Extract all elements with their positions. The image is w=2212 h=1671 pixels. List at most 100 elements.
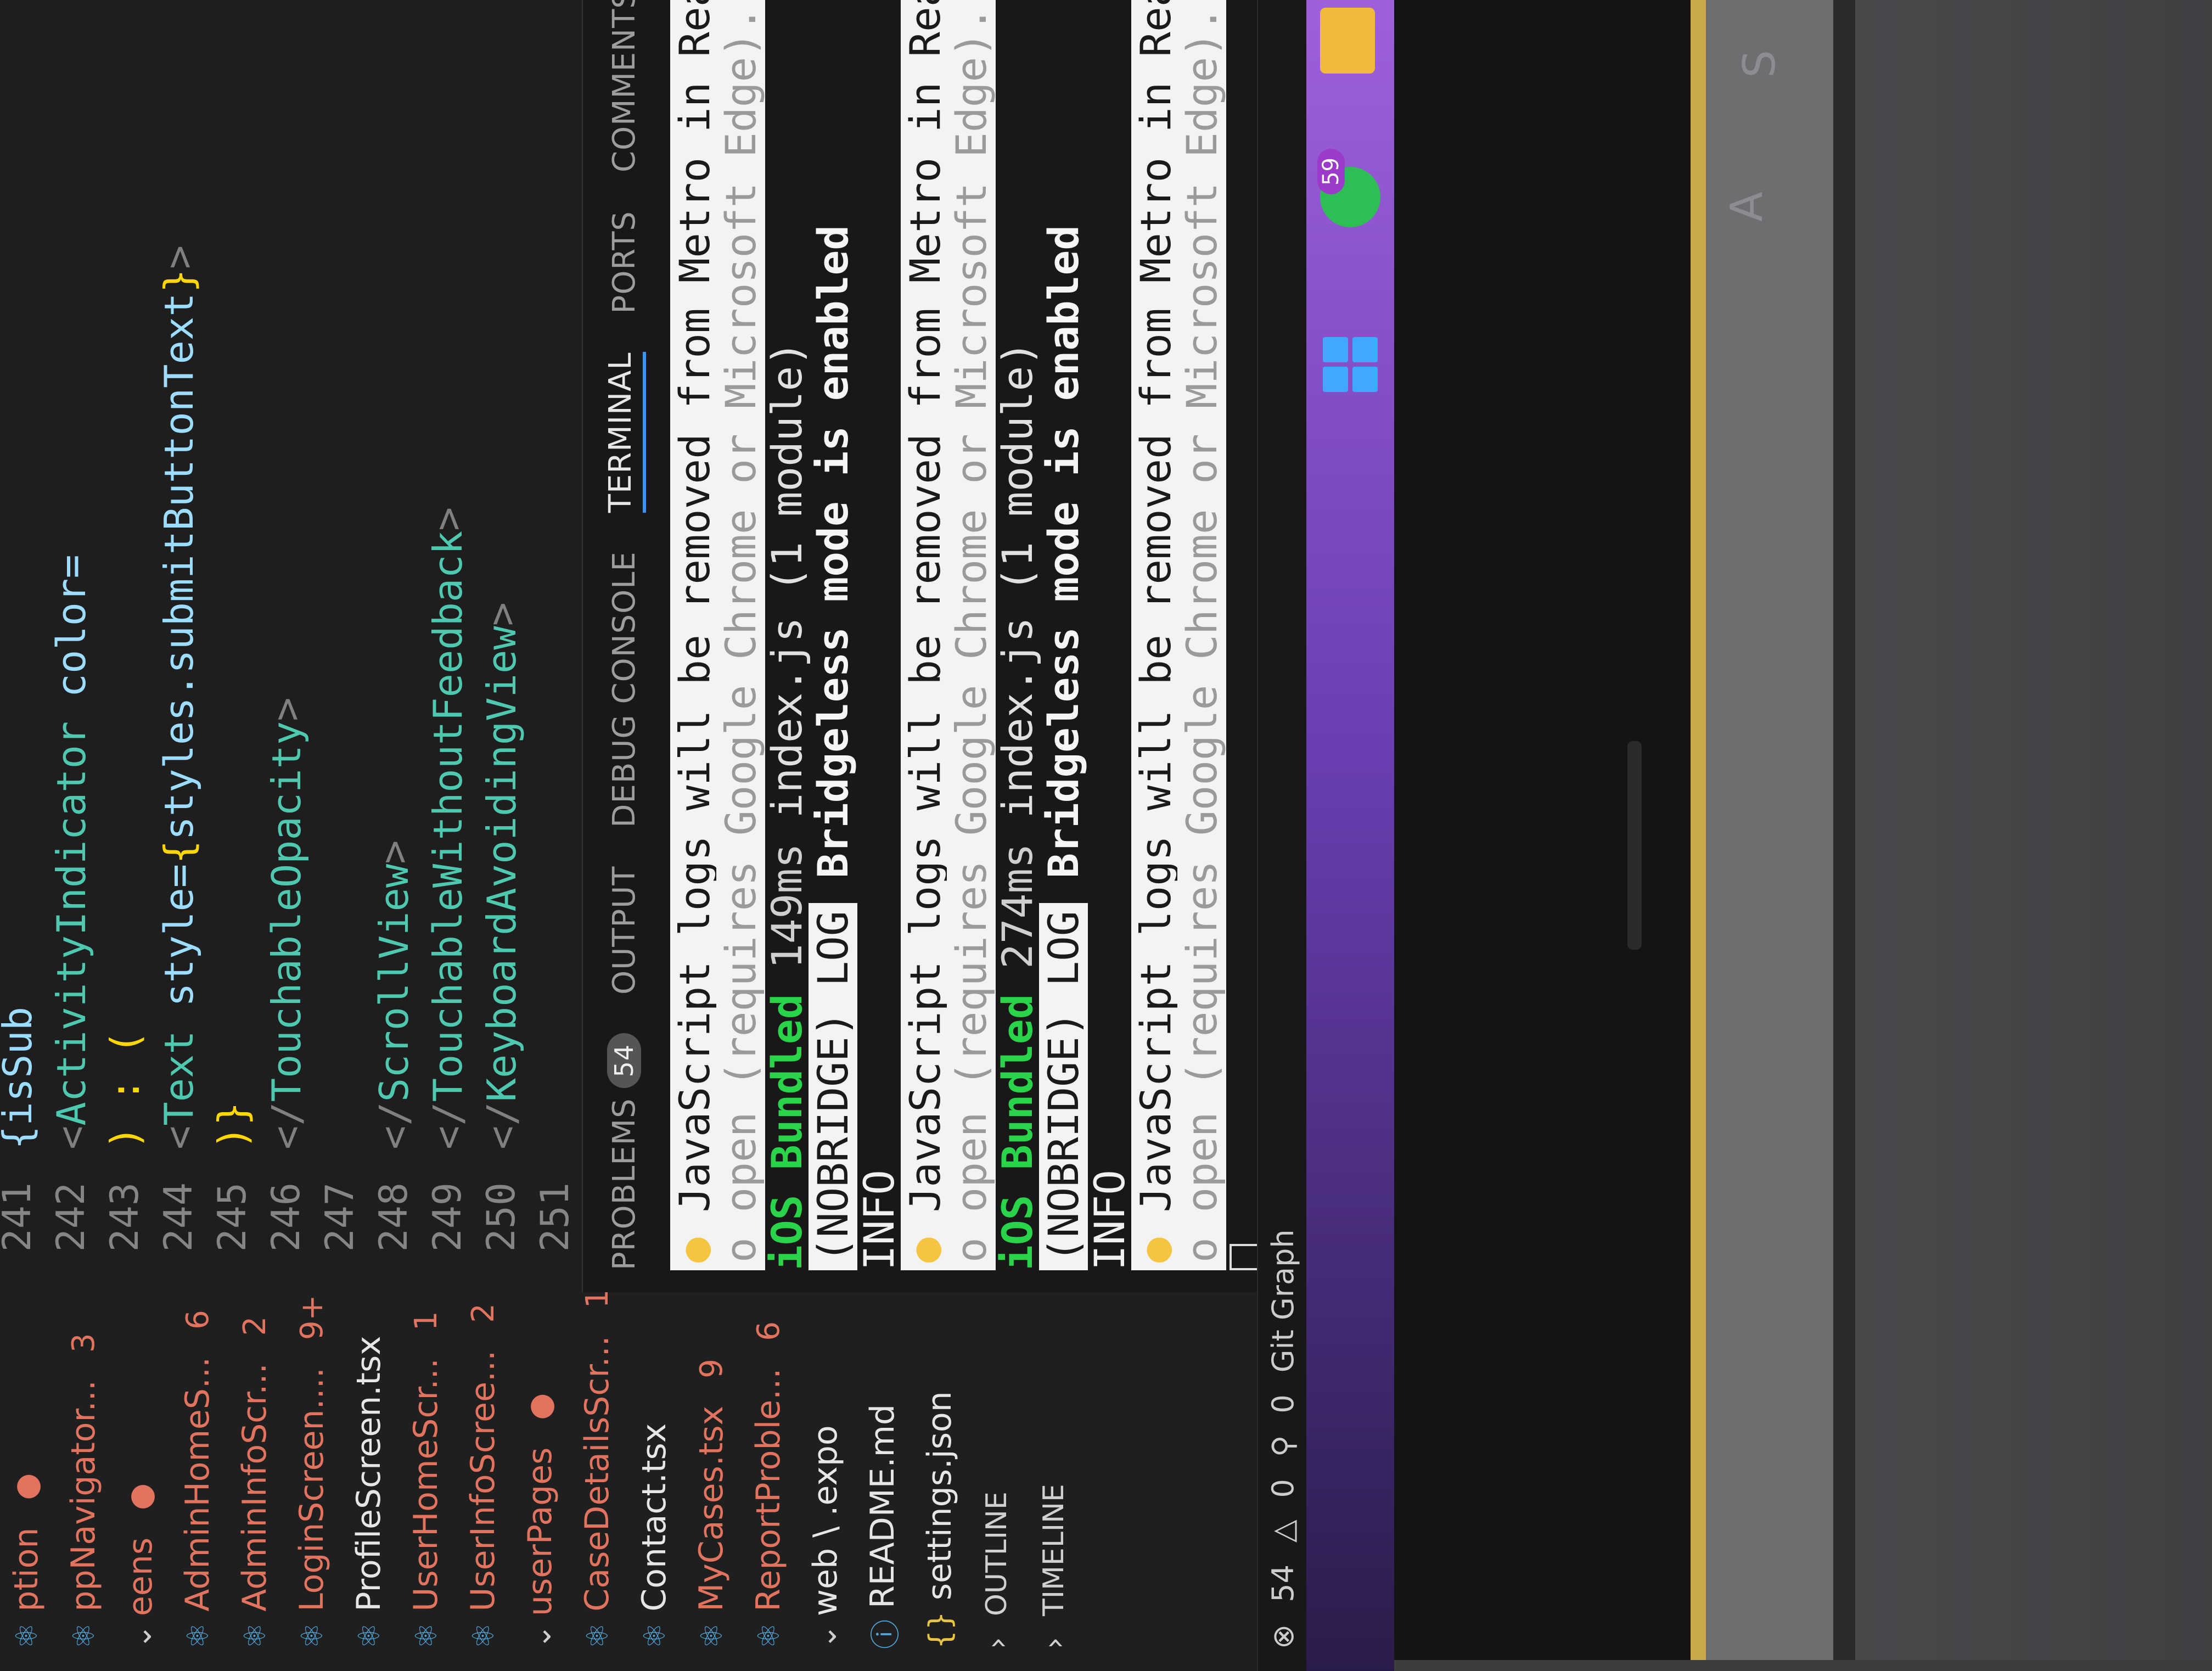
code-token: < bbox=[48, 1125, 94, 1149]
problem-count-badge: 9+ bbox=[294, 1294, 330, 1341]
laptop-hinge bbox=[1691, 0, 1855, 1660]
sidebar-item[interactable]: ⚛ ption ● bbox=[0, 1473, 53, 1649]
panel-tab-label: COMMENTS bbox=[606, 0, 642, 173]
sidebar-item[interactable]: ⚛ UserInfoScree... 2 bbox=[457, 1303, 509, 1649]
log-tag: (NOBRIDGE) LOG bbox=[1039, 903, 1088, 1270]
sidebar-section-header[interactable]: › OUTLINE bbox=[970, 1491, 1023, 1649]
sidebar-item-label: ppNavigator... bbox=[64, 1380, 103, 1612]
explorer-sidebar: ⚛ ption ● ⚛ ppNavigator... 3 ⌄ eens ● ⚛ AdminHomeS… bbox=[0, 1289, 1257, 1671]
sidebar-item-label: web \ .expo bbox=[806, 1425, 845, 1616]
sidebar-item[interactable]: ⚛ Contact.tsx bbox=[628, 1396, 681, 1649]
code-line[interactable]: </KeyboardAvoidingView> bbox=[479, 602, 525, 1149]
sidebar-item-label: AdminHomeS... bbox=[178, 1356, 217, 1612]
warning-count[interactable]: 0 bbox=[1266, 1479, 1300, 1498]
code-token: > bbox=[156, 245, 202, 270]
code-token: )} bbox=[210, 1102, 256, 1149]
sidebar-item[interactable]: ⚛ UserHomeScr... 1 bbox=[400, 1311, 452, 1649]
code-line[interactable]: <ActivityIndicator color= bbox=[48, 554, 94, 1149]
line-number: 246 bbox=[263, 1182, 308, 1252]
ports-count[interactable]: 0 bbox=[1266, 1394, 1300, 1413]
sidebar-item[interactable]: ⚛ LoginScreen.... 9+ bbox=[285, 1295, 338, 1649]
sidebar-item[interactable]: ⌄ web \ .expo bbox=[799, 1398, 852, 1649]
git-graph-button[interactable]: Git Graph bbox=[1266, 1229, 1300, 1372]
warning-message: ● JavaScript logs will be removed from M… bbox=[901, 0, 950, 1270]
code-token: </ bbox=[371, 1102, 417, 1149]
code-token: ActivityIndicator bbox=[48, 721, 94, 1126]
sidebar-item[interactable]: ⚛ CaseDetailsScr... 1 bbox=[571, 1289, 624, 1649]
code-line[interactable]: </TouchableOpacity> bbox=[263, 697, 310, 1149]
react-file-icon: ⚛ bbox=[66, 1622, 101, 1649]
react-file-icon: ⚛ bbox=[408, 1622, 443, 1649]
code-token: ScrollView bbox=[371, 863, 417, 1102]
sidebar-item-label: eens bbox=[121, 1537, 160, 1616]
error-icon[interactable]: ⊗ bbox=[1266, 1624, 1300, 1649]
info-icon: ⓘ bbox=[868, 1619, 903, 1649]
code-token: > bbox=[371, 840, 417, 864]
panel-tab-label: TERMINAL bbox=[602, 352, 638, 513]
sidebar-item[interactable]: ⚛ ppNavigator... 3 bbox=[57, 1333, 110, 1649]
panel-tab[interactable]: PROBLEMS 54 bbox=[607, 1033, 642, 1270]
code-line[interactable]: {isSub bbox=[0, 1007, 41, 1149]
line-number: 244 bbox=[156, 1182, 201, 1252]
code-line[interactable]: <Text style={styles.submitButtonText}> bbox=[156, 245, 202, 1149]
sidebar-item[interactable]: {} settings.json bbox=[913, 1364, 966, 1649]
code-token: > bbox=[263, 697, 310, 721]
file-explorer-icon[interactable] bbox=[1320, 8, 1375, 74]
sidebar-item[interactable]: ⌄ eens ● bbox=[114, 1483, 167, 1649]
sidebar-item[interactable]: ⓘ README.md bbox=[856, 1377, 909, 1649]
sidebar-item[interactable]: ⚛ AdminInfoScr... 2 bbox=[228, 1316, 281, 1649]
code-editor[interactable]: 241 {isSub 242 <ActivityIndicator color= 243… bbox=[0, 0, 582, 1292]
terminal-line: o open (requires Google Chrome or Micros… bbox=[1177, 0, 1226, 1270]
bundle-platform: iOS bbox=[993, 1195, 1042, 1270]
sidebar-item-label: ReportProble... bbox=[749, 1368, 788, 1612]
status-bar: ⊗ 54 △ 0 ⚲ 0 Git Graph bbox=[1257, 0, 1307, 1671]
problem-count-badge: 6 bbox=[179, 1310, 216, 1330]
ports-icon[interactable]: ⚲ bbox=[1266, 1436, 1300, 1457]
code-token: } bbox=[156, 269, 202, 293]
bundle-status: Bundled bbox=[762, 994, 811, 1170]
sidebar-item[interactable]: ⚛ AdminHomeS... 6 bbox=[171, 1310, 224, 1649]
terminal-output[interactable]: ● JavaScript logs will be removed from M… bbox=[670, 0, 1272, 1270]
sidebar-section-header[interactable]: › TIMELINE bbox=[1028, 1484, 1080, 1649]
code-line[interactable]: </TouchableWithoutFeedback> bbox=[425, 507, 471, 1149]
line-number: 249 bbox=[425, 1182, 470, 1252]
terminal-line: INFO bbox=[1085, 1170, 1134, 1270]
warning-icon[interactable]: △ bbox=[1266, 1520, 1300, 1543]
sidebar-item[interactable]: ⌄ userPages ● bbox=[514, 1393, 566, 1649]
sidebar-item[interactable]: ⚛ MyCases.tsx 9 bbox=[685, 1359, 738, 1649]
panel-tab[interactable]: PORTS bbox=[607, 211, 642, 313]
react-file-icon: ⚛ bbox=[694, 1622, 729, 1649]
panel-tab[interactable]: TERMINAL bbox=[602, 352, 646, 513]
problems-count-badge: 54 bbox=[607, 1033, 641, 1089]
code-line[interactable]: </ScrollView> bbox=[371, 840, 417, 1149]
problem-count-badge: 1 bbox=[408, 1311, 444, 1331]
sidebar-item-label: LoginScreen.... bbox=[293, 1367, 331, 1612]
problem-count-badge: 3 bbox=[65, 1333, 102, 1353]
sidebar-item[interactable]: ⚛ ProfileScreen.tsx bbox=[343, 1308, 395, 1649]
panel-tab-label: PORTS bbox=[606, 211, 642, 314]
windows-start-icon[interactable] bbox=[1323, 337, 1378, 392]
sidebar-item-label: userPages bbox=[521, 1447, 559, 1616]
panel-tab[interactable]: DEBUG CONSOLE bbox=[607, 551, 642, 827]
code-token: < bbox=[156, 1125, 202, 1149]
panel-tab[interactable]: COMMENTS bbox=[607, 0, 642, 172]
sidebar-item-label: ProfileScreen.tsx bbox=[350, 1336, 388, 1612]
sidebar-item-label: Contact.tsx bbox=[635, 1423, 673, 1612]
sidebar-item-label: UserInfoScree... bbox=[464, 1350, 502, 1612]
sidebar-item[interactable]: ⚛ ReportProble... 6 bbox=[742, 1321, 795, 1649]
terminal-line: (NOBRIDGE) LOG Bridgeless mode is enable… bbox=[809, 225, 857, 1270]
section-label: OUTLINE bbox=[980, 1491, 1013, 1616]
code-line[interactable]: ) : ( bbox=[102, 1030, 148, 1149]
terminal-line: INFO bbox=[855, 1170, 903, 1270]
windows-taskbar: 59 bbox=[1306, 0, 1394, 1671]
chevron-down-icon: ⌄ bbox=[523, 1624, 558, 1649]
code-line[interactable]: )} bbox=[210, 1102, 256, 1149]
panel-tab[interactable]: OUTPUT bbox=[607, 866, 642, 995]
json-icon: {} bbox=[922, 1611, 957, 1649]
react-file-icon: ⚛ bbox=[465, 1622, 501, 1649]
error-count[interactable]: 54 bbox=[1266, 1565, 1300, 1602]
hint-text: o open (requires Google Chrome or Micros… bbox=[716, 0, 765, 1270]
react-file-icon: ⚛ bbox=[9, 1622, 44, 1649]
problem-count-badge: ● bbox=[522, 1393, 558, 1420]
hint-text: o open (requires Google Chrome or Micros… bbox=[947, 0, 996, 1270]
